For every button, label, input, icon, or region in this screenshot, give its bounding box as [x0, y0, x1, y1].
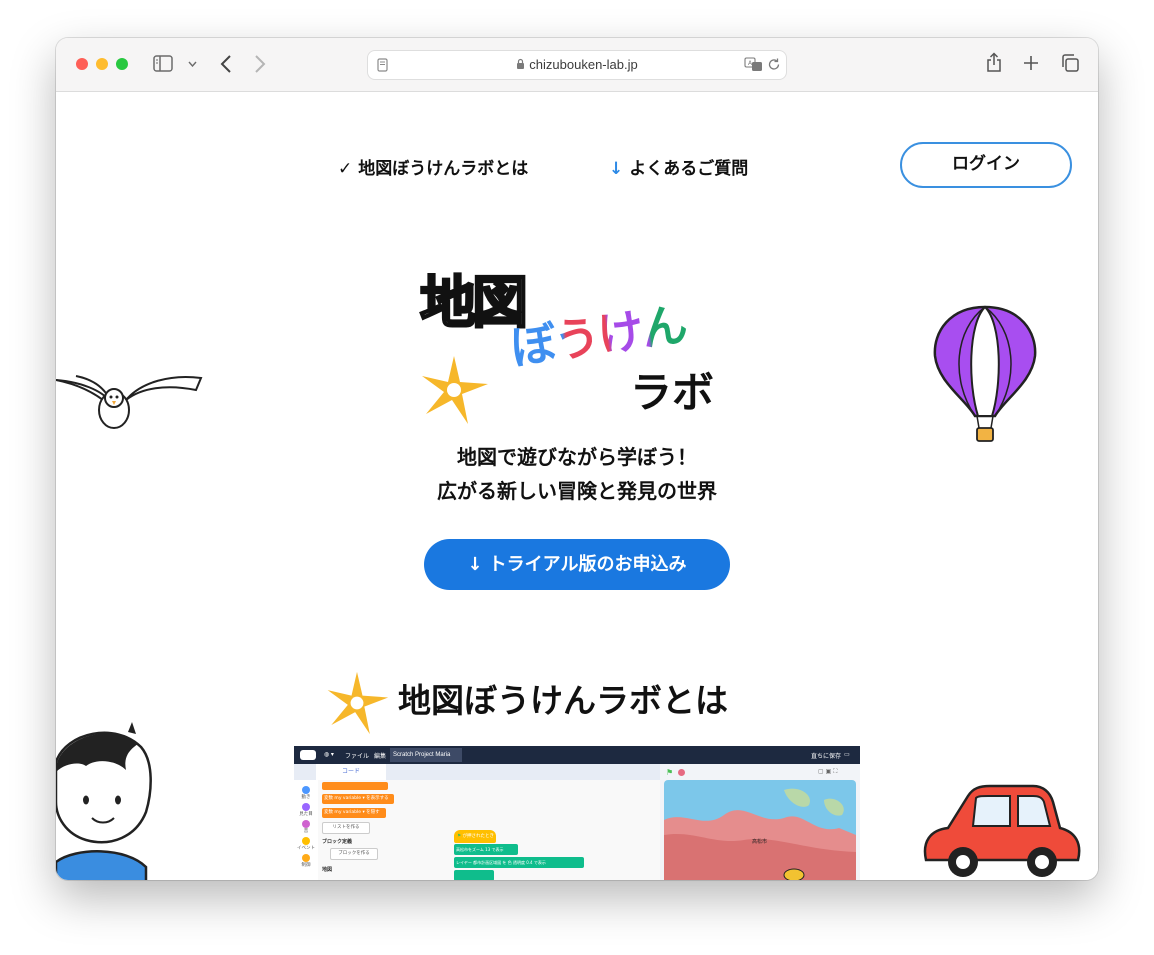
- about-section-title: 地図ぼうけんラボとは: [398, 681, 728, 720]
- url-text: chizubouken-lab.jp: [368, 57, 786, 72]
- sparkle-icon: [422, 356, 488, 424]
- browser-window: chizubouken-lab.jp A ✓ 地図ぼうけんラボとは ↓ よくある…: [56, 38, 1098, 880]
- app-menu-bar: ◍ ▾ ファイル 編集 Scratch Project Maria 直ちに保存 …: [294, 746, 860, 764]
- translate-icon[interactable]: A: [744, 57, 764, 72]
- logo-text-bouken: ぼうけん: [507, 297, 689, 375]
- app-block-var-hide: 変数 my variable ▾ を隠す: [322, 808, 386, 818]
- folder-icon: ▭: [844, 752, 850, 758]
- page-content: ✓ 地図ぼうけんラボとは ↓ よくあるご質問 ログイン 地図 ぼうけん ラボ 地…: [56, 92, 1098, 880]
- app-save-label: 直ちに保存: [811, 754, 842, 760]
- url-label: chizubouken-lab.jp: [529, 57, 638, 72]
- app-menu-edit: 編集: [374, 754, 387, 760]
- app-block-when-flag: ⚑ が押されたとき: [454, 830, 496, 843]
- sidebar-icon[interactable]: [153, 55, 173, 72]
- hero-tagline-line1: 地図で遊びながら学ぼう！: [457, 445, 697, 469]
- app-map-section-heading: 地図: [322, 867, 333, 873]
- forward-arrow-icon[interactable]: [254, 54, 266, 74]
- app-category-motion: 動き: [301, 795, 311, 800]
- app-preview-screenshot: ◍ ▾ ファイル 編集 Scratch Project Maria 直ちに保存 …: [294, 746, 860, 880]
- map-image: [664, 788, 856, 880]
- chevron-down-icon[interactable]: [188, 61, 197, 67]
- app-block-zoom: 高松市をズーム 13 で表示: [454, 844, 518, 855]
- tab-overview-icon[interactable]: [1060, 53, 1080, 73]
- app-make-block-button: ブロックを作る: [330, 848, 378, 860]
- address-bar[interactable]: chizubouken-lab.jp A: [367, 50, 787, 80]
- hot-air-balloon-illustration: [933, 305, 1037, 442]
- app-script-area: ⚑ が押されたとき 高松市をズーム 13 で表示 レイヤー 都市計画区域図 を …: [418, 780, 660, 880]
- share-icon[interactable]: [986, 52, 1002, 73]
- lock-icon: [517, 58, 525, 69]
- new-tab-icon[interactable]: [1023, 55, 1039, 71]
- stop-icon: [678, 769, 685, 776]
- green-flag-icon: ⚑: [666, 768, 674, 777]
- app-stage-panel: ⚑ ▢ ▣ ⛶ 高松市: [660, 764, 860, 880]
- green-flag-icon: ⚑: [457, 834, 462, 839]
- app-tab-code: コード: [316, 764, 386, 780]
- app-block-define-heading: ブロック定義: [322, 839, 353, 845]
- app-block-when-flag-label: が押されたとき: [462, 834, 494, 839]
- site-logo: 地図 ぼうけん ラボ: [418, 268, 738, 443]
- login-button[interactable]: ログイン: [900, 142, 1072, 188]
- logo-text-labo: ラボ: [630, 368, 715, 417]
- app-stage-map: 高松市: [664, 780, 856, 880]
- arrow-down-icon: ↓: [467, 554, 483, 575]
- trial-signup-button-label: トライアル版のお申込み: [488, 554, 687, 575]
- arrow-down-icon: ↓: [609, 159, 624, 179]
- nav-link-about[interactable]: ✓ 地図ぼうけんラボとは: [338, 154, 528, 179]
- sparkle-icon: [327, 671, 389, 735]
- app-map-city-label: 高松市: [752, 839, 768, 845]
- app-block-layer: レイヤー 都市計画区域図 を 色 透明度 0.4 で表示: [454, 857, 584, 868]
- app-category-control: 制御: [301, 863, 311, 868]
- app-category-sound: 音: [303, 829, 309, 834]
- app-make-list-button: リストを作る: [322, 822, 370, 834]
- globe-icon: ◍ ▾: [324, 752, 334, 758]
- back-arrow-icon[interactable]: [220, 54, 232, 74]
- hero-tagline-line2: 広がる新しい冒険と発見の世界: [437, 479, 717, 503]
- app-tab-code-label: コード: [341, 768, 360, 775]
- nav-link-faq[interactable]: ↓ よくあるご質問: [609, 154, 748, 179]
- app-category-column: 動き 見た目 音 イベント 制御: [294, 780, 319, 880]
- check-icon: ✓: [338, 159, 353, 179]
- app-menu-file: ファイル: [345, 754, 370, 760]
- browser-toolbar: chizubouken-lab.jp A: [56, 38, 1098, 92]
- app-project-name: Scratch Project Maria: [390, 748, 462, 762]
- boy-illustration: [56, 722, 152, 880]
- stage-layout-icons: ▢ ▣ ⛶: [818, 768, 838, 775]
- close-window-button[interactable]: [76, 58, 88, 70]
- login-button-label: ログイン: [952, 154, 1020, 174]
- reload-icon[interactable]: [767, 57, 781, 72]
- app-block-var-show: 変数 my variable ▾ を表示する: [322, 794, 394, 804]
- app-tabs-row: コード: [294, 764, 660, 780]
- app-block-palette: 変数 my variable ▾ を表示する 変数 my variable ▾ …: [318, 780, 419, 880]
- red-car-illustration: [923, 784, 1081, 877]
- zoom-window-button[interactable]: [116, 58, 128, 70]
- nav-link-about-label: 地図ぼうけんラボとは: [358, 159, 529, 179]
- minimize-window-button[interactable]: [96, 58, 108, 70]
- trial-signup-button[interactable]: ↓ トライアル版のお申込み: [424, 539, 730, 590]
- app-logo: [300, 750, 316, 760]
- seagull-illustration: [56, 375, 203, 429]
- app-category-events: イベント: [297, 846, 315, 851]
- nav-link-faq-label: よくあるご質問: [629, 159, 749, 179]
- app-category-looks: 見た目: [299, 812, 313, 817]
